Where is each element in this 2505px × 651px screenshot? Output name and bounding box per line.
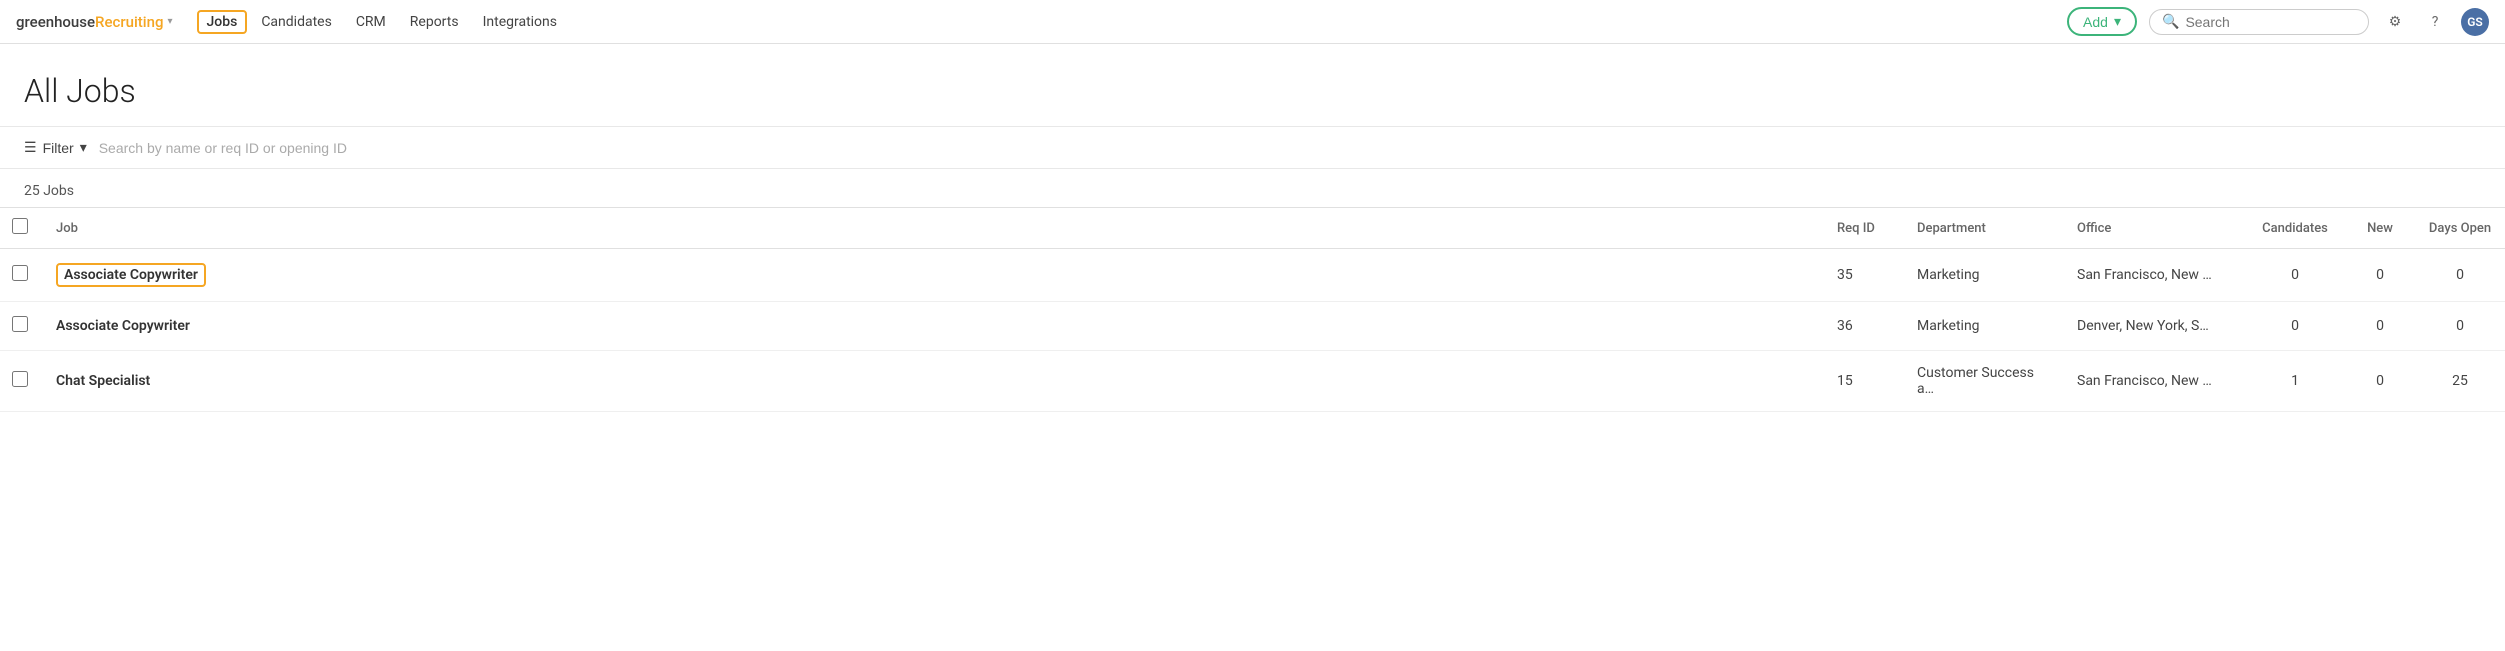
brand-greenhouse: greenhouseRecruiting <box>16 13 163 31</box>
days-open-cell: 0 <box>2415 302 2505 351</box>
nav-link-candidates[interactable]: Candidates <box>251 10 342 34</box>
table-body: Associate Copywriter 35MarketingSan Franc… <box>0 249 2505 412</box>
new-cell: 0 <box>2345 351 2415 412</box>
page-title: All Jobs <box>24 72 2481 110</box>
office-cell: Denver, New York, S… <box>2065 302 2245 351</box>
header-req-id: Req ID <box>1825 208 1905 249</box>
office-cell: San Francisco, New … <box>2065 351 2245 412</box>
brand-dropdown-icon[interactable]: ▾ <box>167 16 172 27</box>
table-row: Chat Specialist 15Customer Success a…San … <box>0 351 2505 412</box>
nav-right: Add ▾ 🔍 ⚙ ? GS <box>2067 7 2489 36</box>
page-header: All Jobs <box>0 44 2505 126</box>
req-id-cell: 36 <box>1825 302 1905 351</box>
brand: greenhouseRecruiting ▾ <box>16 13 173 31</box>
settings-icon[interactable]: ⚙ <box>2381 8 2409 36</box>
header-select-all[interactable] <box>0 208 44 249</box>
help-icon[interactable]: ? <box>2421 8 2449 36</box>
filter-bar: ☰ Filter ▾ <box>0 126 2505 169</box>
table-header: Job Req ID Department Office Candidates … <box>0 208 2505 249</box>
candidates-cell: 0 <box>2245 249 2345 302</box>
nav-link-jobs[interactable]: Jobs <box>197 10 248 34</box>
table-row: Associate Copywriter 36MarketingDenver, N… <box>0 302 2505 351</box>
jobs-count: 25 Jobs <box>0 169 2505 207</box>
row-checkbox[interactable] <box>12 316 28 332</box>
new-cell: 0 <box>2345 302 2415 351</box>
filter-icon: ☰ <box>24 139 37 156</box>
days-open-cell: 0 <box>2415 249 2505 302</box>
row-checkbox[interactable] <box>12 265 28 281</box>
row-checkbox[interactable] <box>12 371 28 387</box>
search-input[interactable] <box>2185 14 2356 30</box>
req-id-cell: 15 <box>1825 351 1905 412</box>
jobs-table: Job Req ID Department Office Candidates … <box>0 207 2505 412</box>
header-days-open: Days Open <box>2415 208 2505 249</box>
filter-search-input[interactable] <box>99 140 2481 156</box>
nav-search-wrapper: 🔍 <box>2149 9 2369 35</box>
navbar: greenhouseRecruiting ▾ Jobs Candidates C… <box>0 0 2505 44</box>
select-all-checkbox[interactable] <box>12 218 28 234</box>
header-job: Job <box>44 208 1825 249</box>
header-office: Office <box>2065 208 2245 249</box>
add-label: Add <box>2083 14 2108 30</box>
job-name-link[interactable]: Associate Copywriter <box>56 318 190 334</box>
candidates-cell: 1 <box>2245 351 2345 412</box>
header-department: Department <box>1905 208 2065 249</box>
add-button[interactable]: Add ▾ <box>2067 7 2137 36</box>
add-chevron-icon: ▾ <box>2114 13 2121 30</box>
nav-link-crm[interactable]: CRM <box>346 10 396 34</box>
filter-chevron-icon: ▾ <box>80 139 87 156</box>
days-open-cell: 25 <box>2415 351 2505 412</box>
new-cell: 0 <box>2345 249 2415 302</box>
header-new: New <box>2345 208 2415 249</box>
nav-link-integrations[interactable]: Integrations <box>473 10 567 34</box>
header-candidates: Candidates <box>2245 208 2345 249</box>
table-row: Associate Copywriter 35MarketingSan Franc… <box>0 249 2505 302</box>
department-cell: Marketing <box>1905 249 2065 302</box>
job-name-link[interactable]: Chat Specialist <box>56 373 150 389</box>
department-cell: Marketing <box>1905 302 2065 351</box>
req-id-cell: 35 <box>1825 249 1905 302</box>
filter-button[interactable]: ☰ Filter ▾ <box>24 139 87 156</box>
avatar[interactable]: GS <box>2461 8 2489 36</box>
search-icon: 🔍 <box>2162 14 2179 30</box>
office-cell: San Francisco, New … <box>2065 249 2245 302</box>
nav-links: Jobs Candidates CRM Reports Integrations <box>197 10 2068 34</box>
department-cell: Customer Success a… <box>1905 351 2065 412</box>
candidates-cell: 0 <box>2245 302 2345 351</box>
nav-link-reports[interactable]: Reports <box>400 10 469 34</box>
filter-label: Filter <box>43 140 74 156</box>
job-name-link[interactable]: Associate Copywriter <box>56 263 206 287</box>
